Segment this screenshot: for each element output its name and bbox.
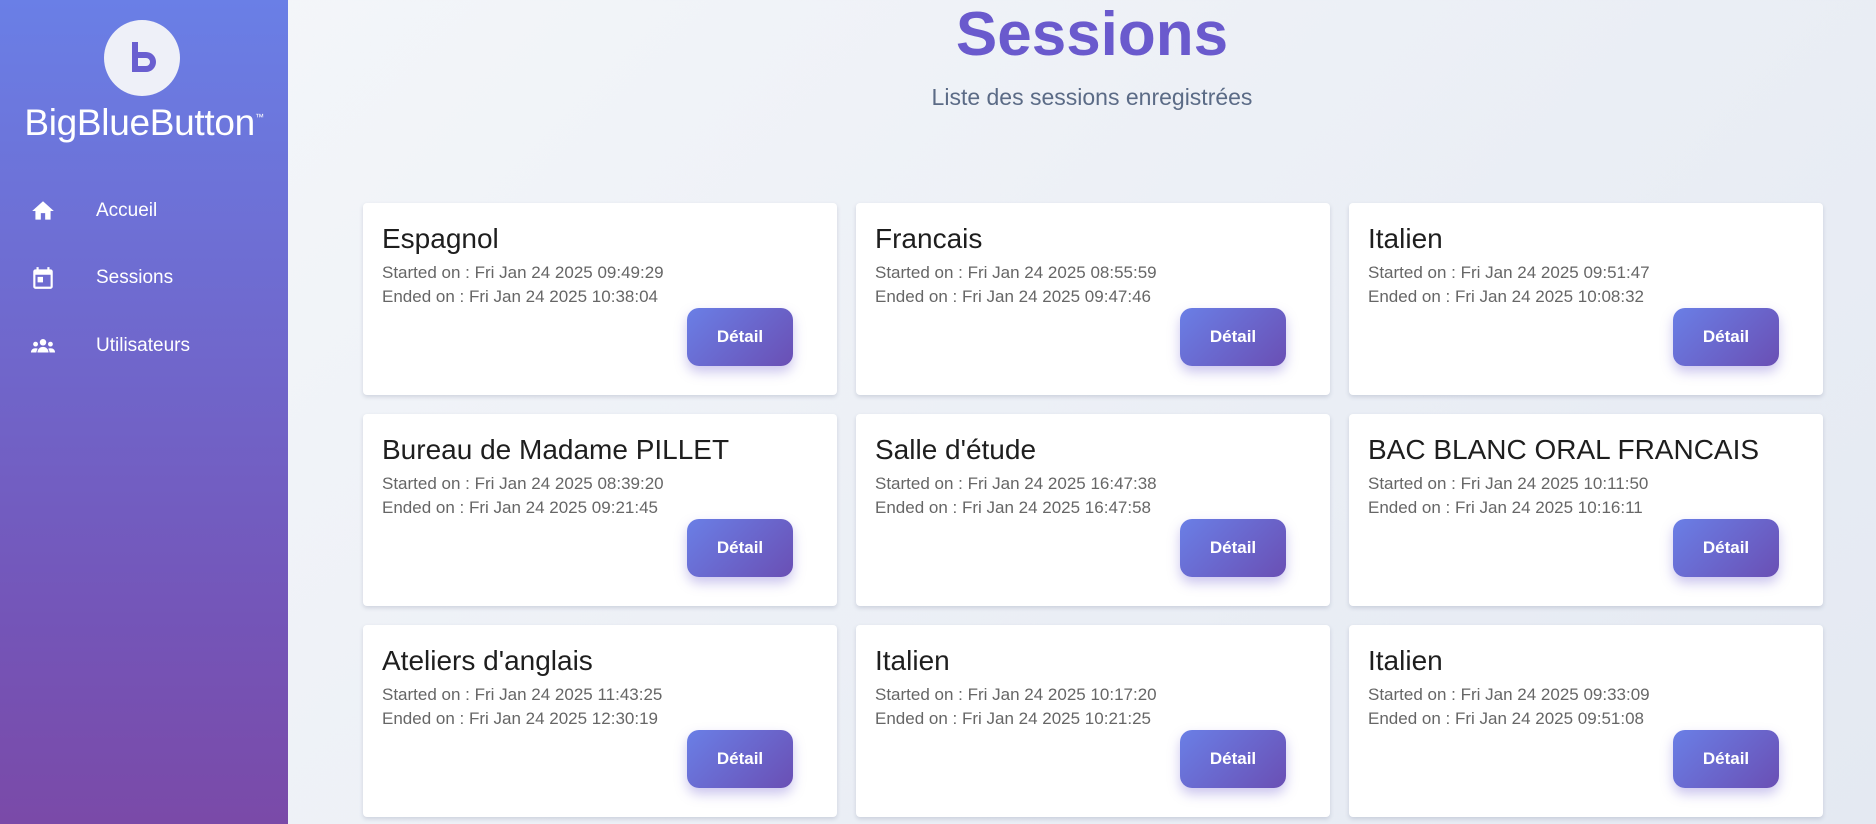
calendar-icon xyxy=(30,265,56,291)
session-end: Ended on : Fri Jan 24 2025 10:16:11 xyxy=(1368,498,1643,517)
detail-button[interactable]: Détail xyxy=(1180,308,1286,366)
session-card: Ateliers d'anglais Started on : Fri Jan … xyxy=(363,625,837,817)
session-end: Ended on : Fri Jan 24 2025 12:30:19 xyxy=(382,709,658,728)
session-start: Started on : Fri Jan 24 2025 11:43:25 xyxy=(382,685,663,704)
sidebar-item-label: Utilisateurs xyxy=(96,335,190,356)
session-start: Started on : Fri Jan 24 2025 10:17:20 xyxy=(875,685,1157,704)
session-title: Bureau de Madame PILLET xyxy=(382,434,730,465)
detail-button[interactable]: Détail xyxy=(687,519,793,577)
session-title: Italien xyxy=(1368,223,1443,254)
session-start: Started on : Fri Jan 24 2025 09:49:29 xyxy=(382,263,664,282)
session-card: Italien Started on : Fri Jan 24 2025 09:… xyxy=(1349,203,1823,395)
session-end: Ended on : Fri Jan 24 2025 09:51:08 xyxy=(1368,709,1644,728)
sessions-grid: Espagnol Started on : Fri Jan 24 2025 09… xyxy=(363,203,1823,817)
sidebar-item-label: Sessions xyxy=(96,267,174,288)
session-card: Italien Started on : Fri Jan 24 2025 09:… xyxy=(1349,625,1823,817)
home-icon xyxy=(30,198,56,224)
session-start: Started on : Fri Jan 24 2025 08:39:20 xyxy=(382,474,664,493)
sidebar-item-label: Accueil xyxy=(96,200,158,221)
session-card: BAC BLANC ORAL FRANCAIS Started on : Fri… xyxy=(1349,414,1823,606)
sidebar-item-utilisateurs[interactable]: Utilisateurs xyxy=(0,322,288,370)
session-card: Espagnol Started on : Fri Jan 24 2025 09… xyxy=(363,203,837,395)
logo-wordmark: BigBlueButton xyxy=(24,102,255,143)
session-end: Ended on : Fri Jan 24 2025 10:21:25 xyxy=(875,709,1151,728)
session-card: Italien Started on : Fri Jan 24 2025 10:… xyxy=(856,625,1330,817)
session-title: Espagnol xyxy=(382,223,499,254)
detail-button[interactable]: Détail xyxy=(687,308,793,366)
sidebar: BigBlueButton™ Accueil Sessions Utilisat… xyxy=(0,0,288,824)
session-title: Ateliers d'anglais xyxy=(382,645,593,676)
session-end: Ended on : Fri Jan 24 2025 09:21:45 xyxy=(382,498,658,517)
page-title: Sessions xyxy=(955,0,1229,69)
sidebar-item-sessions[interactable]: Sessions xyxy=(0,254,288,302)
sidebar-item-accueil[interactable]: Accueil xyxy=(0,187,288,235)
session-title: Italien xyxy=(875,645,950,676)
session-start: Started on : Fri Jan 24 2025 16:47:38 xyxy=(875,474,1157,493)
session-start: Started on : Fri Jan 24 2025 08:55:59 xyxy=(875,263,1157,282)
session-card: Bureau de Madame PILLET Started on : Fri… xyxy=(363,414,837,606)
logo-trademark: ™ xyxy=(254,112,264,122)
session-start: Started on : Fri Jan 24 2025 10:11:50 xyxy=(1368,474,1649,493)
session-end: Ended on : Fri Jan 24 2025 16:47:58 xyxy=(875,498,1151,517)
session-start: Started on : Fri Jan 24 2025 09:51:47 xyxy=(1368,263,1650,282)
detail-button[interactable]: Détail xyxy=(1673,519,1779,577)
detail-button[interactable]: Détail xyxy=(1180,730,1286,788)
detail-button[interactable]: Détail xyxy=(1673,730,1779,788)
session-title: Salle d'étude xyxy=(875,434,1037,465)
page-subtitle: Liste des sessions enregistrées xyxy=(931,84,1253,110)
session-title: BAC BLANC ORAL FRANCAIS xyxy=(1368,434,1760,465)
session-end: Ended on : Fri Jan 24 2025 09:47:46 xyxy=(875,287,1151,306)
session-title: Francais xyxy=(875,223,983,254)
bigbluebutton-logo-icon xyxy=(104,20,180,96)
session-card: Francais Started on : Fri Jan 24 2025 08… xyxy=(856,203,1330,395)
users-icon xyxy=(30,333,56,359)
detail-button[interactable]: Détail xyxy=(1673,308,1779,366)
session-start: Started on : Fri Jan 24 2025 09:33:09 xyxy=(1368,685,1650,704)
detail-button[interactable]: Détail xyxy=(1180,519,1286,577)
session-title: Italien xyxy=(1368,645,1443,676)
detail-button[interactable]: Détail xyxy=(687,730,793,788)
session-card: Salle d'étude Started on : Fri Jan 24 20… xyxy=(856,414,1330,606)
session-end: Ended on : Fri Jan 24 2025 10:38:04 xyxy=(382,287,658,306)
logo-text: BigBlueButton™ xyxy=(0,102,288,144)
session-end: Ended on : Fri Jan 24 2025 10:08:32 xyxy=(1368,287,1644,306)
